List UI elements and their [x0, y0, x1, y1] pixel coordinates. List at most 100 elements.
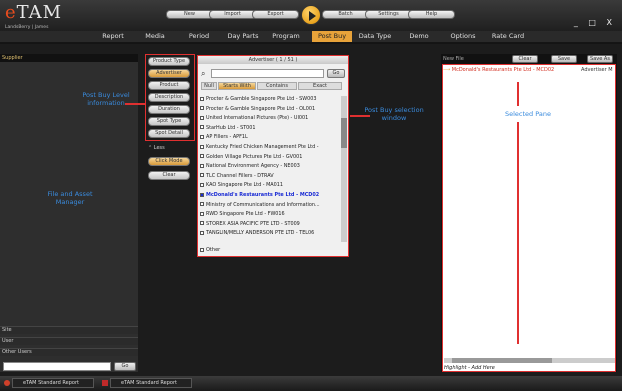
menu-data-type[interactable]: Data Type [355, 31, 395, 42]
supplier-header[interactable]: Supplier [0, 54, 138, 62]
selected-h-scroll-thumb[interactable] [452, 358, 552, 363]
tab-null[interactable]: Null [201, 82, 217, 90]
list-item-label: StarHub Ltd - ST001 [206, 124, 256, 131]
save-as-button[interactable]: Save As [587, 55, 613, 63]
product-button[interactable]: Product [148, 81, 190, 90]
list-item[interactable]: STOREX ASIA PACIFIC PTE LTD - ST009 [200, 220, 340, 228]
checkbox[interactable] [200, 182, 204, 187]
tab-starts-with[interactable]: Starts With [218, 82, 256, 90]
highlight-add-here: Highlight - Add Here [444, 365, 495, 371]
new-file-label: New File [443, 56, 464, 62]
list-item[interactable]: KAO Singapore Pte Ltd - MA011 [200, 181, 340, 189]
menu-report[interactable]: Report [96, 31, 130, 42]
app-icon[interactable] [4, 380, 10, 386]
list-item[interactable]: Golden Village Pictures Pte Ltd - GV001 [200, 153, 340, 161]
close-icon[interactable] [102, 380, 108, 386]
clear-levels-button[interactable]: Clear [148, 171, 190, 180]
arrow-selected-up [517, 82, 519, 106]
duration-button[interactable]: Duration [148, 105, 190, 114]
arrow-selection [350, 115, 370, 117]
list-item-label: Procter & Gamble Singapore Pte Ltd - OL0… [206, 105, 316, 112]
checkbox[interactable] [200, 221, 204, 226]
checkbox[interactable] [200, 115, 204, 120]
search-icon: ⌕ [201, 69, 206, 78]
list-item[interactable]: National Environment Agency - NE003 [200, 162, 340, 170]
menu-post-buy[interactable]: Post Buy [312, 31, 352, 42]
selection-scroll-thumb[interactable] [341, 118, 347, 148]
save-button[interactable]: Save [551, 55, 577, 63]
list-item-label: United International Pictures (Pte) - UI… [206, 115, 309, 122]
checkbox[interactable] [200, 202, 204, 207]
clear-button[interactable]: Clear [512, 55, 538, 63]
checkbox[interactable] [200, 192, 204, 197]
description-button[interactable]: Description [148, 93, 190, 102]
taskbar-item-2[interactable]: eTAM Standard Report [110, 378, 192, 388]
selection-go-button[interactable]: Go [327, 69, 345, 78]
arrow-selected-down [517, 122, 519, 344]
checkbox[interactable] [200, 96, 204, 101]
list-item[interactable]: TLC Channel Fillers - DTRAV [200, 172, 340, 180]
play-icon[interactable] [301, 5, 321, 25]
spot-detail-button[interactable]: Spot Detail [148, 129, 190, 138]
menu-rate-card[interactable]: Rate Card [486, 31, 530, 42]
help-button[interactable]: Help [408, 10, 455, 19]
left-go-button[interactable]: Go [114, 362, 136, 371]
checkbox[interactable] [200, 154, 204, 159]
import-button[interactable]: Import [209, 10, 256, 19]
annotation-file-asset: File and Asset Manager [47, 190, 93, 206]
list-item[interactable]: Procter & Gamble Singapore Pte Ltd - OL0… [200, 105, 340, 113]
selection-search-input[interactable] [211, 69, 324, 78]
less-toggle[interactable]: ⌃ Less [148, 145, 165, 151]
list-item[interactable]: Procter & Gamble Singapore Pte Ltd - SW0… [200, 95, 340, 103]
checkbox[interactable] [200, 134, 204, 139]
site-row[interactable]: Site [0, 326, 138, 334]
menu-period[interactable]: Period [183, 31, 215, 42]
other-users-row[interactable]: Other Users [0, 348, 138, 356]
etam-window: eTAM LandsBerry | James New Import Expor… [0, 0, 622, 391]
checkbox[interactable] [200, 211, 204, 216]
annotation-post-buy-selection: Post Buy selection window [364, 106, 424, 122]
menu-program[interactable]: Program [268, 31, 304, 42]
user-row[interactable]: User [0, 337, 138, 345]
advertiser-button[interactable]: Advertiser [148, 69, 190, 78]
list-item[interactable]: StarHub Ltd - ST001 [200, 124, 340, 132]
export-button[interactable]: Export [252, 10, 299, 19]
list-item[interactable]: United International Pictures (Pte) - UI… [200, 114, 340, 122]
click-mode-button[interactable]: Click Mode [148, 157, 190, 166]
checkbox[interactable] [200, 144, 204, 149]
list-item-label: KAO Singapore Pte Ltd - MA011 [206, 182, 283, 189]
list-item[interactable]: RWD Singapore Pte Ltd - FW016 [200, 210, 340, 218]
tab-contains[interactable]: Contains [257, 82, 297, 90]
list-item[interactable]: Kentucky Fried Chicken Management Pte Lt… [200, 143, 340, 151]
spot-type-button[interactable]: Spot Type [148, 117, 190, 126]
list-item-label: Kentucky Fried Chicken Management Pte Lt… [206, 144, 319, 150]
list-item[interactable]: AP Fillers - APF1L [200, 133, 340, 141]
arrow-levels [125, 103, 145, 105]
checkbox[interactable] [200, 106, 204, 111]
menu-day-parts[interactable]: Day Parts [222, 31, 264, 42]
checkbox[interactable] [200, 173, 204, 178]
checkbox[interactable] [200, 163, 204, 168]
taskbar-item-1[interactable]: eTAM Standard Report [12, 378, 94, 388]
window-controls[interactable]: _ □ X [574, 18, 616, 27]
other-checkbox-row[interactable]: Other [200, 246, 345, 255]
list-item[interactable]: McDonald's Restaurants Pte Ltd - MCD02 [200, 191, 340, 199]
annotation-post-buy-level: Post Buy Level information [82, 91, 130, 107]
checkbox[interactable] [200, 125, 204, 130]
tab-exact[interactable]: Exact [298, 82, 342, 90]
menu-media[interactable]: Media [140, 31, 170, 42]
left-search-input[interactable] [3, 362, 111, 371]
checkbox[interactable] [200, 230, 204, 235]
menu-options[interactable]: Options [444, 31, 482, 42]
list-item-label: National Environment Agency - NE003 [206, 163, 300, 170]
product-type-button[interactable]: Product Type [148, 57, 190, 66]
settings-button[interactable]: Settings [365, 10, 412, 19]
selected-item[interactable]: ⟶ McDonald's Restaurants Pte Ltd - MCD02… [443, 66, 615, 74]
new-button[interactable]: New [166, 10, 213, 19]
list-item[interactable]: Ministry of Communications and Informati… [200, 201, 340, 209]
list-item-label: TANGLIN/MELLY ANDERSON PTE LTD - TEL06 [206, 230, 315, 237]
menu-demo[interactable]: Demo [404, 31, 434, 42]
batch-button[interactable]: Batch [322, 10, 369, 19]
selection-window-title: Advertiser ( 1 / 51 ) [198, 56, 348, 64]
list-item[interactable]: TANGLIN/MELLY ANDERSON PTE LTD - TEL06 [200, 229, 340, 237]
